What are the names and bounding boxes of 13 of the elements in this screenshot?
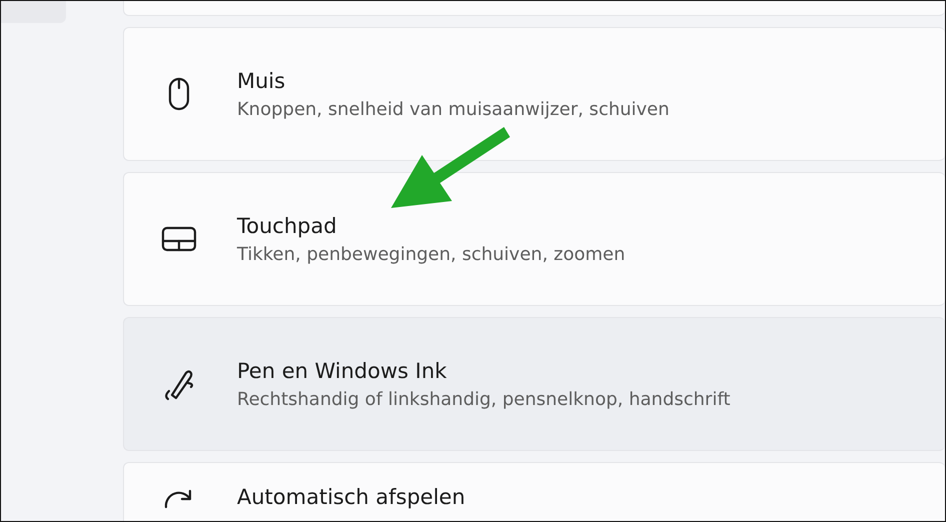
settings-card[interactable]: Touchpad Tikken, penbewegingen, schuiven, zoomen <box>123 172 945 306</box>
setting-title: Pen en Windows Ink <box>237 358 448 382</box>
setting-description: Knoppen, snelheid van muisaanwijzer, schuiven <box>237 98 670 120</box>
setting-title: Muis <box>237 68 286 92</box>
setting-description: Rechtshandig of linkshandig, pensnelknop, handschrift <box>237 388 730 410</box>
settings-card[interactable]: Muis Knoppen, snelheid van muisaanwijzer, schuiven <box>123 27 945 161</box>
setting-description: Tikken, penbewegingen, schuiven, zoomen <box>237 244 626 264</box>
setting-title: Touchpad <box>237 214 338 238</box>
sidebar-item[interactable] <box>1 1 66 23</box>
settings-card[interactable]: Automatisch afspelen <box>123 462 945 521</box>
settings-card[interactable]: Pen en Windows Ink Rechtshandig of linkshandig, pensnelknop, handschrift <box>123 317 945 451</box>
settings-card[interactable] <box>123 1 945 16</box>
setting-title: Automatisch afspelen <box>237 485 466 509</box>
